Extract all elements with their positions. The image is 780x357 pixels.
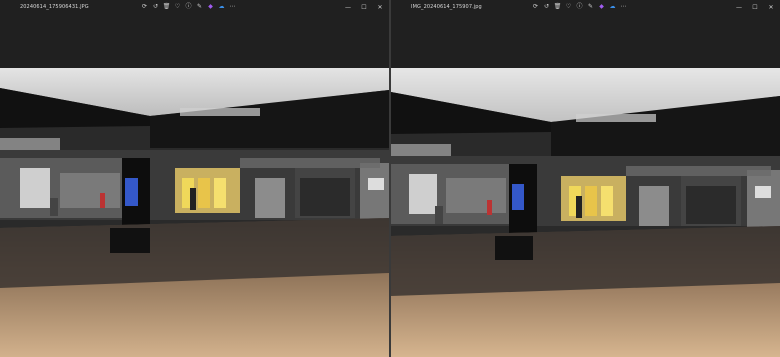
info-icon[interactable]: ⓘ [575,2,584,11]
image-viewer[interactable] [391,14,780,357]
edit-icon[interactable]: ✎ [586,2,595,11]
close-button[interactable]: ✕ [764,1,778,13]
maximize-button[interactable]: ☐ [357,1,371,13]
copilot-icon[interactable]: ◆ [206,2,215,11]
title-bar: 20240614_175906431.JPG ⟳ ↺ 🗑 ♡ ⓘ ✎ ◆ ☁ ⋯… [0,0,389,14]
photo-viewer-window-right: IMG_20240614_175907.jpg ⟳ ↺ 🗑 ♡ ⓘ ✎ ◆ ☁ … [391,0,780,357]
rotate-icon[interactable]: ⟳ [531,2,540,11]
toolbar: ⟳ ↺ 🗑 ♡ ⓘ ✎ ◆ ☁ ⋯ [531,2,628,11]
title-bar: IMG_20240614_175907.jpg ⟳ ↺ 🗑 ♡ ⓘ ✎ ◆ ☁ … [391,0,780,14]
minimize-button[interactable]: — [732,1,746,13]
image-viewer[interactable] [0,14,389,357]
rotate-icon[interactable]: ⟳ [140,2,149,11]
photo[interactable] [391,68,780,357]
photo[interactable] [0,68,389,357]
close-button[interactable]: ✕ [373,1,387,13]
maximize-button[interactable]: ☐ [748,1,762,13]
favorite-icon[interactable]: ♡ [173,2,182,11]
file-name: 20240614_175906431.JPG [20,4,89,10]
photo-viewer-window-left: 20240614_175906431.JPG ⟳ ↺ 🗑 ♡ ⓘ ✎ ◆ ☁ ⋯… [0,0,389,357]
edit-icon[interactable]: ✎ [195,2,204,11]
delete-icon[interactable]: 🗑 [162,2,171,11]
file-name: IMG_20240614_175907.jpg [411,4,482,10]
more-icon[interactable]: ⋯ [228,2,237,11]
delete-icon[interactable]: 🗑 [553,2,562,11]
toolbar: ⟳ ↺ 🗑 ♡ ⓘ ✎ ◆ ☁ ⋯ [140,2,237,11]
copilot-icon[interactable]: ◆ [597,2,606,11]
minimize-button[interactable]: — [341,1,355,13]
favorite-icon[interactable]: ♡ [564,2,573,11]
onedrive-icon[interactable]: ☁ [608,2,617,11]
rotate-left-icon[interactable]: ↺ [151,2,160,11]
rotate-left-icon[interactable]: ↺ [542,2,551,11]
onedrive-icon[interactable]: ☁ [217,2,226,11]
info-icon[interactable]: ⓘ [184,2,193,11]
more-icon[interactable]: ⋯ [619,2,628,11]
